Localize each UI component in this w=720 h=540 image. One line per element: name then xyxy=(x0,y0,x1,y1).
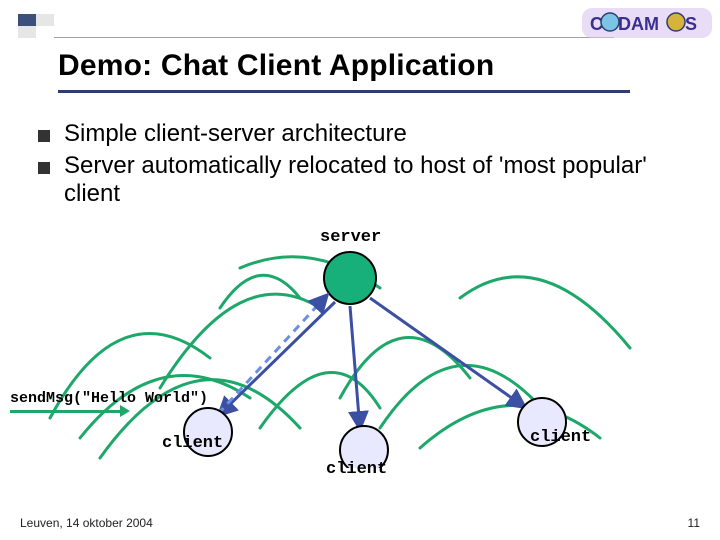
slide-title: Demo: Chat Client Application xyxy=(58,50,494,82)
client-label-3: client xyxy=(530,428,591,447)
footer-location-date: Leuven, 14 oktober 2004 xyxy=(20,516,153,530)
bullet-1-text: Simple client-server architecture xyxy=(64,120,407,148)
bullet-2-text: Server automatically relocated to host o… xyxy=(64,152,680,208)
server-label: server xyxy=(320,228,381,247)
codamos-logo: C DAM S xyxy=(582,2,712,50)
bullet-icon xyxy=(38,130,50,142)
svg-text:DAM: DAM xyxy=(618,14,659,34)
bullet-1: Simple client-server architecture xyxy=(40,120,640,148)
bullet-2: Server automatically relocated to host o… xyxy=(40,152,680,208)
svg-text:S: S xyxy=(685,14,697,34)
title-underline xyxy=(58,90,630,93)
corner-accent xyxy=(18,14,54,38)
client-label-2: client xyxy=(326,460,387,479)
page-number: 11 xyxy=(688,516,700,530)
sendmsg-label: sendMsg("Hello World") xyxy=(10,390,208,407)
bullet-icon xyxy=(38,162,50,174)
top-divider xyxy=(54,37,614,38)
sendmsg-arrow-icon xyxy=(10,410,122,413)
client-label-1: client xyxy=(162,434,223,453)
